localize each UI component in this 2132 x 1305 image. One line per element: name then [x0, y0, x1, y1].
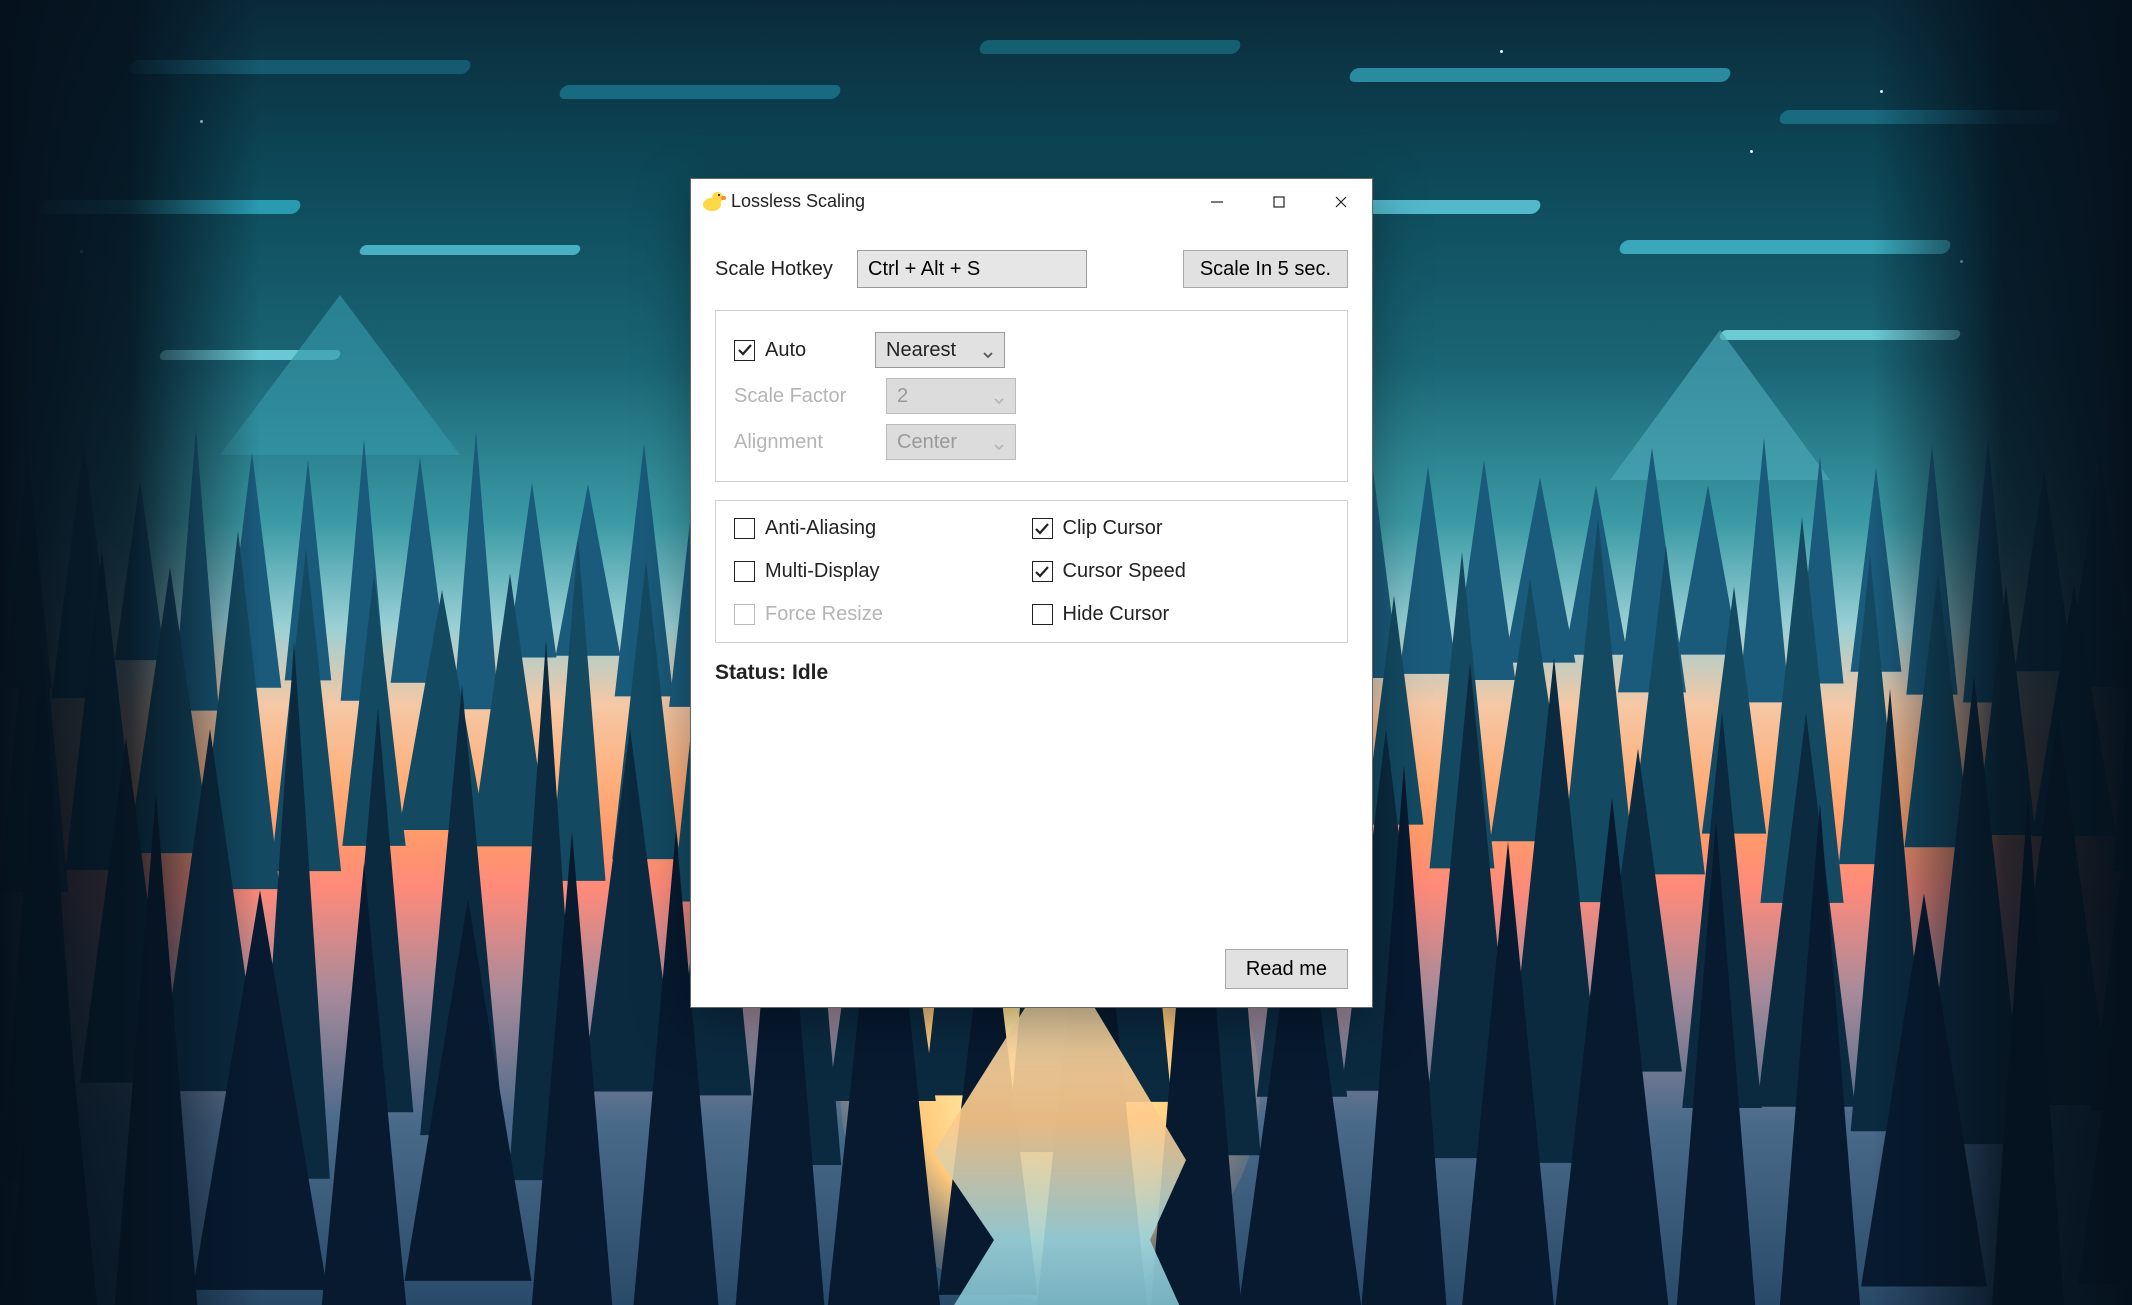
chevron-down-icon	[993, 436, 1005, 448]
force-resize-checkbox	[734, 604, 755, 625]
scale-in-button[interactable]: Scale In 5 sec.	[1183, 250, 1348, 288]
hide-cursor-checkbox[interactable]	[1032, 604, 1053, 625]
minimize-button[interactable]	[1186, 179, 1248, 224]
vignette-right	[1872, 0, 2132, 1305]
vignette-left	[0, 0, 260, 1305]
anti-aliasing-checkbox[interactable]	[734, 518, 755, 539]
multi-display-label: Multi-Display	[765, 560, 879, 583]
window-title: Lossless Scaling	[731, 191, 865, 212]
scaling-method-value: Nearest	[886, 339, 956, 362]
alignment-value: Center	[897, 431, 957, 454]
clip-cursor-label: Clip Cursor	[1063, 517, 1163, 540]
app-icon-duck	[701, 191, 723, 213]
hotkey-row: Scale Hotkey Scale In 5 sec.	[715, 250, 1348, 288]
cursor-speed-label: Cursor Speed	[1063, 560, 1186, 583]
app-window: Lossless Scaling Scale Hotkey Scale In 5…	[690, 178, 1373, 1008]
window-content: Scale Hotkey Scale In 5 sec. Auto Neares…	[691, 224, 1372, 1007]
scale-factor-label: Scale Factor	[734, 385, 886, 408]
chevron-down-icon	[982, 344, 994, 356]
anti-aliasing-label: Anti-Aliasing	[765, 517, 876, 540]
multi-display-checkbox[interactable]	[734, 561, 755, 582]
titlebar[interactable]: Lossless Scaling	[691, 179, 1372, 224]
auto-checkbox[interactable]	[734, 340, 755, 361]
scale-factor-select: 2	[886, 378, 1016, 414]
cloud-streak	[1348, 68, 1733, 82]
cloud-streak	[978, 40, 1243, 54]
cloud-streak	[558, 85, 843, 99]
scale-hotkey-input[interactable]	[857, 250, 1087, 288]
status-text: Status: Idle	[715, 661, 1348, 685]
alignment-select: Center	[886, 424, 1016, 460]
hide-cursor-label: Hide Cursor	[1063, 603, 1170, 626]
chevron-down-icon	[993, 390, 1005, 402]
maximize-button[interactable]	[1248, 179, 1310, 224]
scaling-panel: Auto Nearest Scale Factor 2 Alignment	[715, 310, 1348, 482]
scale-factor-value: 2	[897, 385, 908, 408]
alignment-label: Alignment	[734, 431, 886, 454]
options-panel: Anti-Aliasing Clip Cursor Multi-Display …	[715, 500, 1348, 643]
scale-hotkey-label: Scale Hotkey	[715, 258, 843, 281]
readme-button[interactable]: Read me	[1225, 949, 1348, 989]
scaling-method-select[interactable]: Nearest	[875, 332, 1005, 368]
auto-label: Auto	[765, 339, 875, 362]
cursor-speed-checkbox[interactable]	[1032, 561, 1053, 582]
desktop-wallpaper: Lossless Scaling Scale Hotkey Scale In 5…	[0, 0, 2132, 1305]
cloud-streak	[358, 245, 581, 255]
close-button[interactable]	[1310, 179, 1372, 224]
force-resize-label: Force Resize	[765, 603, 883, 626]
clip-cursor-checkbox[interactable]	[1032, 518, 1053, 539]
window-controls	[1186, 179, 1372, 224]
